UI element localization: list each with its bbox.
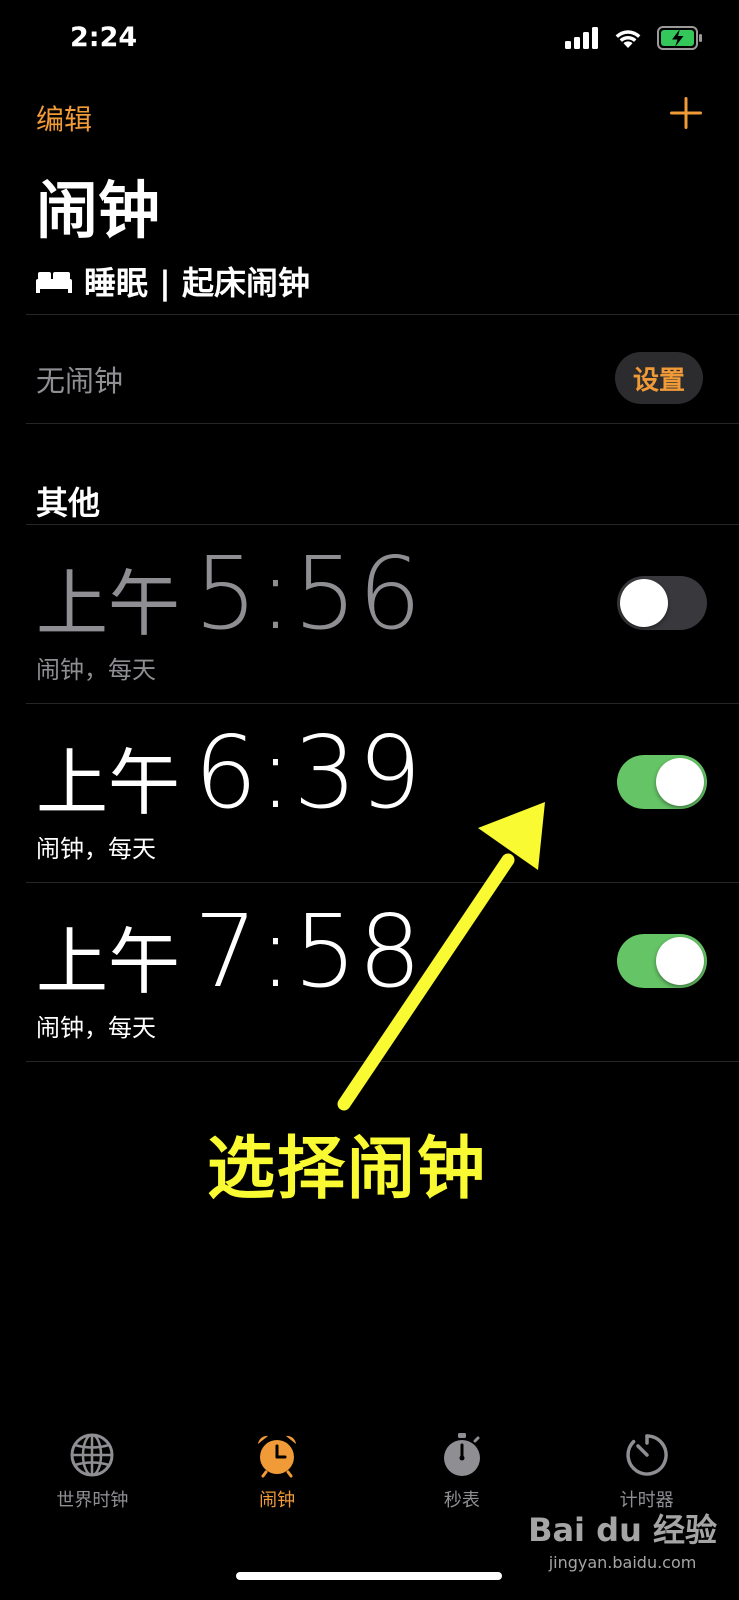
alarm-time: 上午 5:56 [36,544,423,644]
alarm-subtitle: 闹钟，每天 [36,656,156,684]
alarm-toggle[interactable] [617,755,707,809]
alarm-clock-icon [258,1435,297,1478]
sleep-section-header: 睡眠 | 起床闹钟 [36,258,310,304]
alarm-ampm: 上午 [36,741,181,825]
toggle-knob [656,937,704,985]
divider [26,314,739,315]
bed-icon [36,272,72,293]
status-time: 2:24 [70,22,138,53]
stopwatch-icon [443,1433,480,1476]
plus-icon[interactable] [669,96,703,130]
tab-label: 闹钟 [259,1490,296,1511]
tab-stopwatch[interactable]: 秒表 [370,1420,555,1540]
status-icons [565,26,703,50]
watermark-main: Bai du 经验 [528,1511,717,1549]
watermark-sub: jingyan.baidu.com [548,1553,697,1572]
edit-button[interactable]: 编辑 [36,98,92,138]
alarm-ampm: 上午 [36,562,181,646]
alarm-toggle[interactable] [617,934,707,988]
alarm-subtitle: 闹钟，每天 [36,835,156,863]
annotation-text: 选择闹钟 [207,1130,488,1209]
toggle-knob [620,579,668,627]
alarm-toggle[interactable] [617,576,707,630]
alarm-ampm: 上午 [36,920,181,1004]
tab-label: 世界时钟 [56,1490,129,1511]
battery-charging-icon [657,26,702,50]
alarm-subtitle: 闹钟，每天 [36,1014,156,1042]
globe-icon [70,1433,114,1477]
wifi-icon [615,30,641,48]
alarm-row[interactable]: 上午 5:56 闹钟，每天 [0,524,739,706]
setup-button[interactable]: 设置 [615,352,703,404]
status-bar: 2:24 [0,0,739,80]
baidu-watermark: Bai du 经验 jingyan.baidu.com [528,1505,717,1572]
no-alarm-label: 无闹钟 [36,364,124,398]
section-other-label: 其他 [36,484,101,522]
timer-icon [625,1434,668,1476]
tab-world-clock[interactable]: 世界时钟 [0,1420,185,1540]
sleep-label: 睡眠 | 起床闹钟 [84,264,310,302]
alarm-clock-time: 5:56 [194,535,423,652]
tab-label: 秒表 [443,1490,480,1511]
toggle-knob [656,758,704,806]
page-title: 闹钟 [36,174,161,247]
annotation-arrow-icon [337,802,545,1111]
divider [26,423,739,424]
cellular-signal-icon [565,27,598,49]
home-indicator[interactable] [236,1572,502,1580]
tab-alarm[interactable]: 闹钟 [185,1420,370,1540]
